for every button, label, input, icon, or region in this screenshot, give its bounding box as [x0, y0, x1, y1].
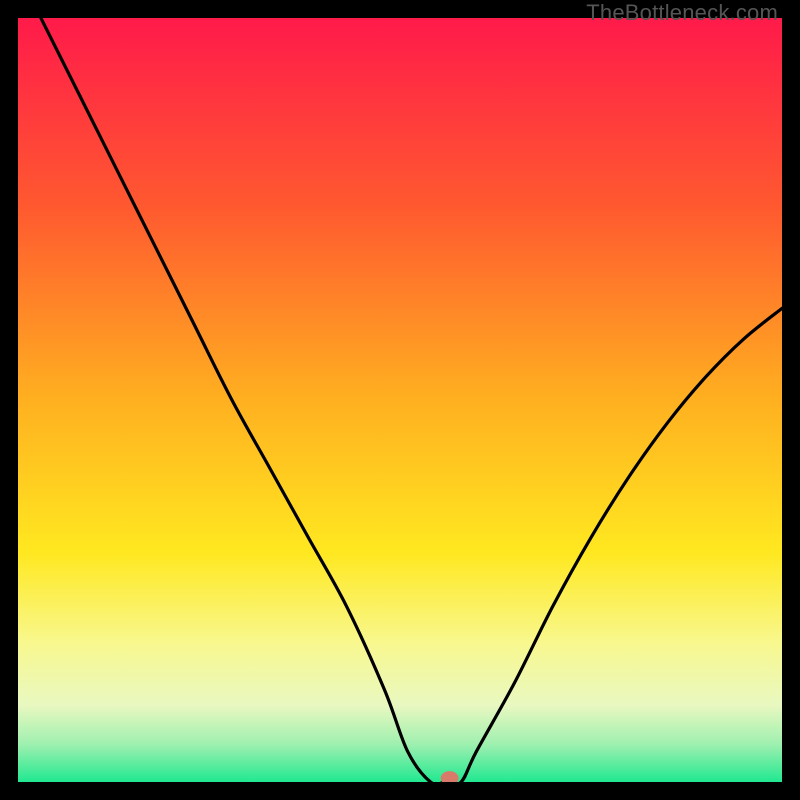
watermark-text: TheBottleneck.com [586, 0, 778, 26]
chart-svg [18, 18, 782, 782]
chart-plot-area [18, 18, 782, 782]
chart-background [18, 18, 782, 782]
